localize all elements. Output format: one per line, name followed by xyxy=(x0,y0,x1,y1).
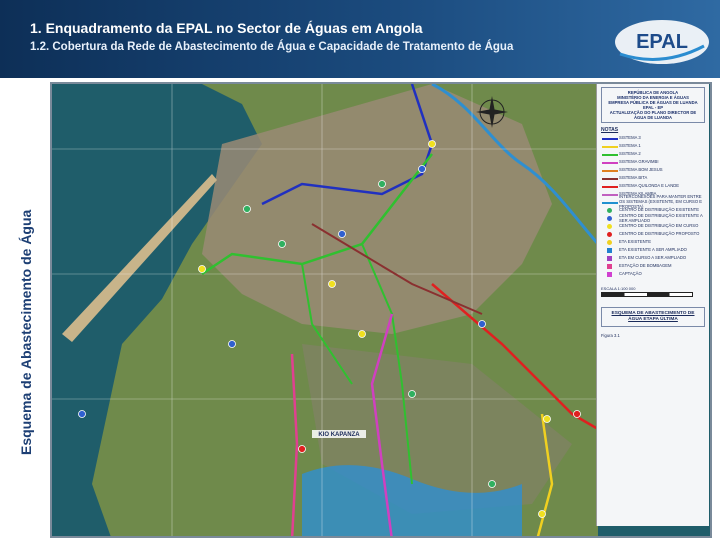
legend-symbol-icon xyxy=(601,151,619,158)
legend-item-label: ETA EXISTENTE A SER AMPLIADO xyxy=(619,247,687,253)
side-label: Esquema de Abastecimento de Água xyxy=(18,209,34,455)
authority-line: ACTUALIZAÇÃO DO PLANO DIRECTOR DE ÁGUA D… xyxy=(609,110,697,120)
legend-symbol-icon xyxy=(601,255,619,262)
legend-item-label: SISTEMA 3 xyxy=(619,135,641,141)
scale-bar xyxy=(601,292,693,297)
slide-header: 1. Enquadramento da EPAL no Sector de Ág… xyxy=(0,0,720,78)
legend-item: ETA EXISTENTE A SER AMPLIADO xyxy=(601,247,705,254)
legend-item-label: SISTEMA BITA xyxy=(619,175,648,181)
legend-item-label: SISTEMA 1 xyxy=(619,143,641,149)
legend-symbol-icon xyxy=(601,135,619,142)
legend-symbol-icon xyxy=(601,183,619,190)
legend-symbol-icon xyxy=(601,159,619,166)
legend-item: SISTEMA BOM JESUS xyxy=(601,167,705,174)
legend-item: SISTEMA 2 xyxy=(601,151,705,158)
kio-kapanza-label: KIO KAPANZA xyxy=(318,432,360,438)
scale-label: ESCALA 1:100 000 xyxy=(601,286,636,291)
figure-number: Figura 3.1 xyxy=(601,333,620,338)
legend-item-label: ESTAÇÃO DE BOMBAGEM xyxy=(619,263,672,269)
legend-item: CENTRO DE DISTRIBUIÇÃO PROPOSTO xyxy=(601,231,705,238)
legend-symbol-icon xyxy=(601,215,619,222)
legend-item-label: CENTRO DE DISTRIBUIÇÃO EM CURSO xyxy=(619,223,699,229)
legend-symbol-icon xyxy=(601,231,619,238)
legend-item-label: SISTEMA 2 xyxy=(619,151,641,157)
map-legend: REPÚBLICA DE ANGOLA MINISTÉRIO DA ENERGI… xyxy=(596,84,709,526)
legend-symbol-icon xyxy=(601,239,619,246)
legend-item: ETA EXISTENTE xyxy=(601,239,705,246)
legend-item-label: ETA EXISTENTE xyxy=(619,239,652,245)
legend-symbol-icon xyxy=(601,271,619,278)
legend-item: SISTEMA 3 xyxy=(601,135,705,142)
legend-item: SISTEMA BITA xyxy=(601,175,705,182)
legend-item: CENTRO DE DISTRIBUIÇÃO EXISTENTE A SER A… xyxy=(601,212,705,223)
logo-text: EPAL xyxy=(636,31,688,53)
map-title: ESQUEMA DE ABASTECIMENTO DE ÁGUA ETAPA Ú… xyxy=(601,307,705,327)
legend-symbol-icon xyxy=(601,199,619,206)
legend-item: SISTEMA 1 xyxy=(601,143,705,150)
legend-item-label: SISTEMA QUILONDA E LANDE xyxy=(619,183,680,189)
notes-title: NOTAS xyxy=(601,127,619,133)
authority-block: REPÚBLICA DE ANGOLA MINISTÉRIO DA ENERGI… xyxy=(601,87,705,123)
legend-item: SISTEMA GRAVIMBI xyxy=(601,159,705,166)
legend-symbol-icon xyxy=(601,191,619,198)
legend-symbol-icon xyxy=(601,247,619,254)
legend-items: SISTEMA 3 SISTEMA 1 SISTEMA 2 SISTEMA GRAVI… xyxy=(597,135,709,278)
legend-item-label: SISTEMA BOM JESUS xyxy=(619,167,663,173)
legend-item: CENTRO DE DISTRIBUIÇÃO EM CURSO xyxy=(601,223,705,230)
legend-item: INTERCONEXÕES PARA MANTER ENTRE OS SISTE… xyxy=(601,194,705,209)
slide-subtitle: 1.2. Cobertura da Rede de Abastecimento … xyxy=(30,41,514,53)
legend-item: ETA EM CURSO A SER AMPLIADO xyxy=(601,255,705,262)
legend-item-label: CENTRO DE DISTRIBUIÇÃO EXISTENTE A SER A… xyxy=(619,212,703,223)
legend-symbol-icon xyxy=(601,167,619,174)
legend-item-label: ETA EM CURSO A SER AMPLIADO xyxy=(619,255,687,261)
slide-title: 1. Enquadramento da EPAL no Sector de Ág… xyxy=(30,20,423,36)
legend-item: ESTAÇÃO DE BOMBAGEM xyxy=(601,263,705,270)
epal-logo: EPAL xyxy=(615,20,709,64)
legend-item: CAPTAÇÃO xyxy=(601,271,705,278)
legend-item-label: CENTRO DE DISTRIBUIÇÃO PROPOSTO xyxy=(619,231,700,237)
sheet-info: Figura 3.1 xyxy=(601,333,705,338)
legend-symbol-icon xyxy=(601,263,619,270)
legend-item-label: SISTEMA GRAVIMBI xyxy=(619,159,659,165)
legend-item-label: CAPTAÇÃO xyxy=(619,271,642,277)
legend-symbol-icon xyxy=(601,207,619,214)
legend-item: SISTEMA QUILONDA E LANDE xyxy=(601,183,705,190)
legend-symbol-icon xyxy=(601,223,619,230)
legend-symbol-icon xyxy=(601,175,619,182)
legend-symbol-icon xyxy=(601,143,619,150)
